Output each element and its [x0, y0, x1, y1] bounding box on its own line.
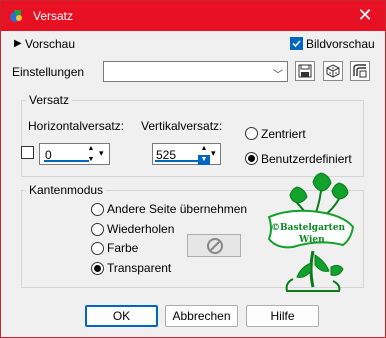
spin-down-icon[interactable]: ▼ — [198, 155, 210, 165]
versatz-legend: Versatz — [26, 93, 73, 107]
horizontalversatz-spinner[interactable]: ▲ ▼ — [85, 144, 97, 165]
chevron-down-icon[interactable]: ▾ — [99, 148, 104, 159]
vertikalversatz-label: Vertikalversatz: — [141, 119, 223, 133]
reset-button[interactable] — [323, 61, 343, 81]
horizontalversatz-input[interactable]: 0 ▲ ▼ ▾ — [39, 143, 110, 165]
farbe-radio[interactable] — [91, 242, 104, 255]
vertikalversatz-spinner[interactable]: ▲ ▼ — [198, 144, 210, 165]
cancel-button[interactable]: Abbrechen — [165, 305, 238, 327]
vorschau-toggle[interactable]: Vorschau — [25, 37, 75, 51]
einstellungen-combobox[interactable]: ﹀ — [103, 61, 288, 82]
andere-seite-radio[interactable] — [91, 203, 104, 216]
dice-icon — [326, 64, 340, 78]
save-preset-button[interactable] — [295, 61, 315, 81]
wiederholen-radio[interactable] — [91, 223, 104, 236]
zentriert-label: Zentriert — [261, 127, 306, 141]
bildvorschau-checkbox[interactable] — [290, 37, 303, 50]
spin-down-icon[interactable]: ▼ — [85, 155, 97, 165]
close-button[interactable]: ✕ — [355, 5, 375, 25]
load-preset-button[interactable] — [350, 61, 370, 81]
transparent-label: Transparent — [107, 261, 172, 275]
floppy-disk-icon — [298, 64, 312, 78]
watermark-line1: ©Bastelgarten — [271, 223, 346, 233]
expand-preview-icon[interactable]: ▶ — [14, 38, 22, 49]
einstellungen-label: Einstellungen — [12, 65, 85, 79]
benutzerdefiniert-radio[interactable] — [245, 152, 258, 165]
spin-up-icon[interactable]: ▲ — [198, 144, 210, 154]
spin-up-icon[interactable]: ▲ — [85, 144, 97, 154]
benutzerdefiniert-label: Benutzerdefiniert — [261, 152, 352, 166]
wiederholen-label: Wiederholen — [107, 222, 175, 236]
app-icon — [10, 10, 22, 22]
transparent-radio[interactable] — [91, 262, 104, 275]
chevron-down-icon[interactable]: ▾ — [211, 148, 216, 159]
zentriert-radio[interactable] — [245, 127, 258, 140]
title-bar[interactable]: Versatz ✕ — [1, 1, 385, 31]
farbe-label: Farbe — [107, 241, 139, 255]
ok-button[interactable]: OK — [85, 305, 158, 327]
watermark-logo: ©Bastelgarten Wien — [263, 169, 355, 293]
bildvorschau-label: Bildvorschau — [306, 37, 375, 51]
help-button[interactable]: Hilfe — [246, 305, 319, 327]
vertikalversatz-input[interactable]: 525 ▲ ▼ ▾ — [152, 143, 221, 165]
horizontalversatz-label: Horizontalversatz: — [28, 119, 125, 133]
color-swatch-button[interactable] — [187, 234, 241, 257]
dialog-window: Versatz ✕ ▶ Vorschau Bildvorschau Einste… — [0, 0, 386, 338]
checkmark-icon — [292, 40, 301, 48]
input-focus-underline — [155, 160, 200, 162]
preset-manager-icon — [353, 64, 367, 78]
input-focus-underline — [44, 160, 89, 162]
chevron-down-icon[interactable]: ﹀ — [273, 66, 283, 81]
window-title: Versatz — [33, 9, 74, 23]
watermark-line2: Wien — [299, 235, 325, 245]
kantenmodus-legend: Kantenmodus — [26, 183, 107, 197]
no-color-icon — [207, 238, 223, 254]
andere-seite-label: Andere Seite übernehmen — [107, 202, 248, 216]
link-offsets-checkbox[interactable] — [21, 146, 34, 159]
